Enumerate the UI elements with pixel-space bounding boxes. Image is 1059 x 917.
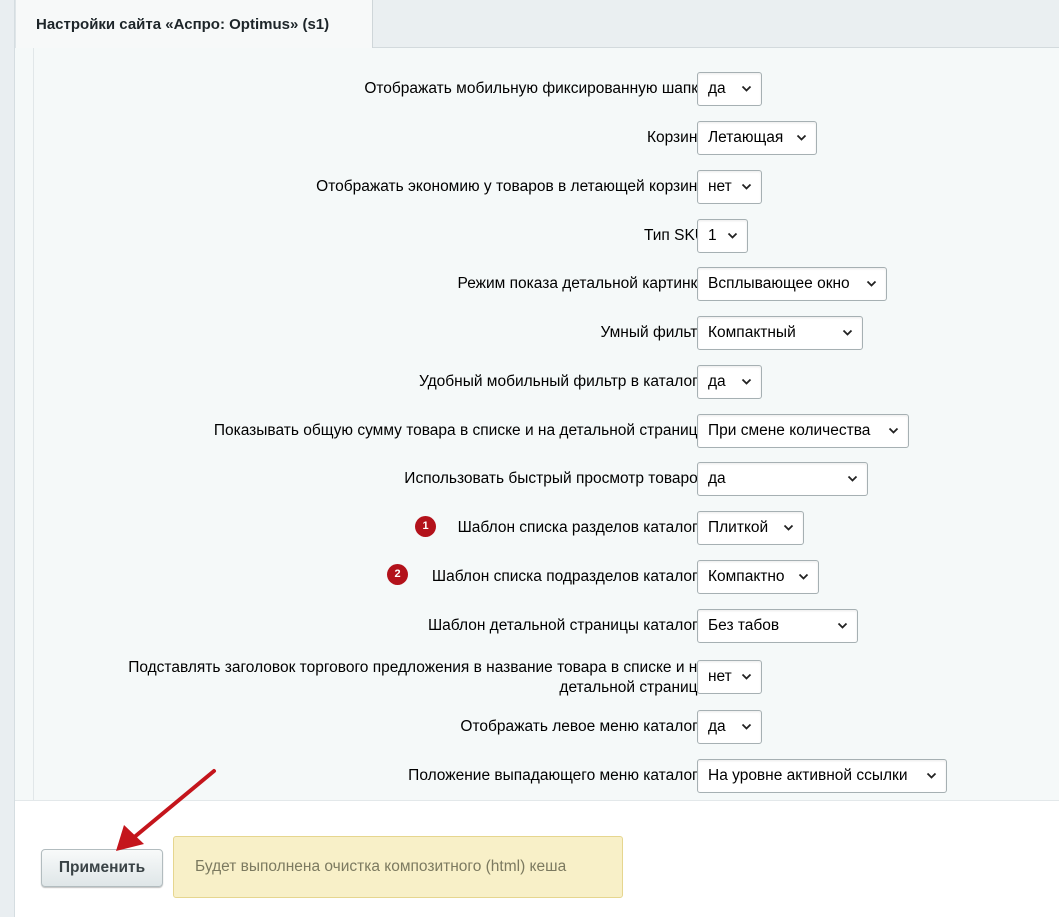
setting-row-mobile-filter: Удобный мобильный фильтр в каталоге да: [34, 365, 1059, 399]
setting-row-subsections-template: 2 Шаблон списка подразделов каталога Ком…: [34, 560, 1059, 594]
sku-type-select[interactable]: 1: [697, 219, 748, 253]
detail-template-select[interactable]: Без табов: [697, 609, 858, 643]
smart-filter-select[interactable]: Компактный: [697, 316, 863, 350]
sections-template-select[interactable]: Плиткой: [697, 511, 804, 545]
chevron-down-icon: [847, 475, 858, 482]
select-value: нет: [708, 668, 732, 685]
select-value: да: [708, 470, 726, 487]
red-arrow-icon: [116, 769, 216, 851]
setting-label: Шаблон списка подразделов каталога: [431, 568, 706, 585]
settings-form: Отображать мобильную фиксированную шапку…: [33, 48, 1059, 800]
select-value: да: [708, 80, 726, 97]
chevron-down-icon: [727, 232, 738, 239]
setting-row-mobile-fixed-header: Отображать мобильную фиксированную шапку…: [34, 72, 1059, 106]
setting-row-left-menu: Отображать левое меню каталога да: [34, 710, 1059, 744]
setting-label: Подставлять заголовок торгового предложе…: [128, 659, 706, 696]
select-value: Летающая: [708, 129, 784, 146]
mobile-filter-select[interactable]: да: [697, 365, 762, 399]
setting-label: Отображать левое меню каталога: [460, 718, 706, 735]
select-value: При смене количества: [708, 422, 871, 439]
chevron-down-icon: [888, 427, 899, 434]
setting-label: Удобный мобильный фильтр в каталоге: [418, 373, 706, 390]
chevron-down-icon: [798, 573, 809, 580]
setting-row-basket: Корзина Летающая: [34, 121, 1059, 155]
setting-row-sku-type: Тип SKU 1: [34, 219, 1059, 253]
setting-label: Шаблон списка разделов каталога: [457, 519, 706, 536]
total-sum-select[interactable]: При смене количества: [697, 414, 909, 448]
step-badge-1: 1: [415, 516, 436, 537]
setting-label: Использовать быстрый просмотр товаров: [404, 470, 706, 487]
chevron-down-icon: [842, 329, 853, 336]
chevron-down-icon: [741, 85, 752, 92]
detail-picture-mode-select[interactable]: Всплывающее окно: [697, 267, 887, 301]
left-sidebar-strip: [0, 0, 15, 917]
basket-economy-select[interactable]: нет: [697, 170, 762, 204]
setting-label: Показывать общую сумму товара в списке и…: [213, 422, 706, 439]
basket-select[interactable]: Летающая: [697, 121, 817, 155]
chevron-down-icon: [866, 280, 877, 287]
setting-label: Отображать мобильную фиксированную шапку: [364, 80, 706, 97]
select-value: да: [708, 718, 726, 735]
cache-notice: Будет выполнена очистка композитного (ht…: [173, 836, 623, 898]
quick-view-select[interactable]: да: [697, 462, 868, 496]
select-value: Без табов: [708, 617, 780, 634]
left-menu-select[interactable]: да: [697, 710, 762, 744]
chevron-down-icon: [741, 378, 752, 385]
setting-row-sections-template: 1 Шаблон списка разделов каталога Плитко…: [34, 511, 1059, 545]
chevron-down-icon: [796, 134, 807, 141]
setting-label: Шаблон детальной страницы каталога: [427, 617, 706, 634]
tab-bar: Настройки сайта «Аспро: Optimus» (s1): [15, 0, 1059, 48]
chevron-down-icon: [837, 622, 848, 629]
setting-label: Положение выпадающего меню каталога: [408, 767, 706, 784]
select-value: Компактно: [708, 568, 785, 585]
select-value: Компактный: [708, 324, 796, 341]
chevron-down-icon: [741, 183, 752, 190]
setting-row-basket-economy: Отображать экономию у товаров в летающей…: [34, 170, 1059, 204]
chevron-down-icon: [741, 723, 752, 730]
setting-row-detail-template: Шаблон детальной страницы каталога Без т…: [34, 609, 1059, 643]
select-value: Плиткой: [708, 519, 769, 536]
setting-row-detail-picture-mode: Режим показа детальной картинки Всплываю…: [34, 267, 1059, 301]
setting-label: Режим показа детальной картинки: [457, 275, 706, 292]
subsections-template-select[interactable]: Компактно: [697, 560, 819, 594]
setting-row-total-sum: Показывать общую сумму товара в списке и…: [34, 414, 1059, 448]
setting-row-smart-filter: Умный фильтр Компактный: [34, 316, 1059, 350]
mobile-fixed-header-select[interactable]: да: [697, 72, 762, 106]
dropdown-menu-position-select[interactable]: На уровне активной ссылки: [697, 759, 947, 793]
setting-row-quick-view: Использовать быстрый просмотр товаров да: [34, 462, 1059, 496]
chevron-down-icon: [741, 673, 752, 680]
chevron-down-icon: [783, 524, 794, 531]
tab-site-settings[interactable]: Настройки сайта «Аспро: Optimus» (s1): [15, 0, 373, 48]
setting-label: Умный фильтр: [600, 324, 706, 341]
select-value: 1: [708, 227, 717, 244]
offer-title-select[interactable]: нет: [697, 660, 762, 694]
select-value: нет: [708, 178, 732, 195]
select-value: да: [708, 373, 726, 390]
settings-panel: Отображать мобильную фиксированную шапку…: [15, 48, 1059, 800]
chevron-down-icon: [926, 772, 937, 779]
select-value: На уровне активной ссылки: [708, 767, 908, 784]
step-badge-2: 2: [387, 564, 408, 585]
setting-label: Отображать экономию у товаров в летающей…: [316, 178, 706, 195]
setting-row-offer-title: Подставлять заголовок торгового предложе…: [34, 659, 1059, 696]
select-value: Всплывающее окно: [708, 275, 850, 292]
